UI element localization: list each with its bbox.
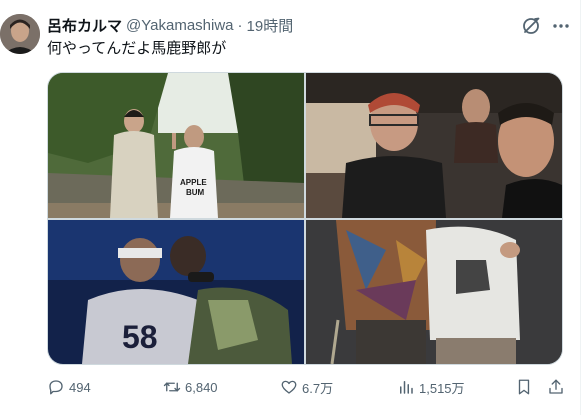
avatar-image: [0, 14, 40, 54]
shirt-print-apple: APPLE: [180, 178, 207, 187]
repost-count: 6,840: [185, 379, 218, 395]
grok-icon[interactable]: [521, 16, 541, 36]
photo-4[interactable]: [306, 220, 562, 364]
repost-button[interactable]: 6,840: [163, 376, 218, 398]
reply-button[interactable]: 494: [47, 376, 91, 398]
action-bar: 494 6,840 6.7万 1,515万: [47, 376, 567, 398]
photo-2[interactable]: [306, 73, 562, 218]
tweet[interactable]: 呂布カルマ @Yakamashiwa · 19時間 何やってんだよ馬鹿野郎が A…: [0, 0, 581, 415]
like-count: 6.7万: [302, 380, 334, 396]
reply-icon: [49, 380, 63, 395]
tweet-text: 何やってんだよ馬鹿野郎が: [47, 40, 227, 57]
bookmark-button[interactable]: [515, 376, 533, 398]
photo-3[interactable]: 58: [48, 220, 304, 364]
photo-1[interactable]: APPLE BUM: [48, 73, 304, 218]
like-button[interactable]: 6.7万: [280, 376, 333, 398]
separator-dot: ·: [237, 16, 243, 34]
share-icon: [549, 379, 563, 394]
tweet-header: 呂布カルマ @Yakamashiwa · 19時間: [47, 15, 293, 35]
display-name[interactable]: 呂布カルマ: [47, 15, 122, 36]
reply-count: 494: [69, 379, 91, 395]
views-button[interactable]: 1,515万: [397, 376, 465, 398]
like-icon: [281, 380, 297, 394]
avatar[interactable]: [0, 14, 40, 54]
jersey-number: 58: [122, 319, 158, 355]
media-grid: APPLE BUM 58: [47, 72, 563, 365]
bookmark-icon: [518, 379, 530, 395]
share-button[interactable]: [547, 376, 565, 398]
views-icon: [400, 381, 413, 394]
more-icon[interactable]: [550, 16, 572, 36]
user-handle[interactable]: @Yakamashiwa: [126, 17, 234, 34]
repost-icon: [163, 382, 181, 392]
views-count: 1,515万: [419, 380, 465, 396]
timestamp[interactable]: 19時間: [247, 15, 294, 36]
shirt-print-bum: BUM: [186, 188, 205, 197]
